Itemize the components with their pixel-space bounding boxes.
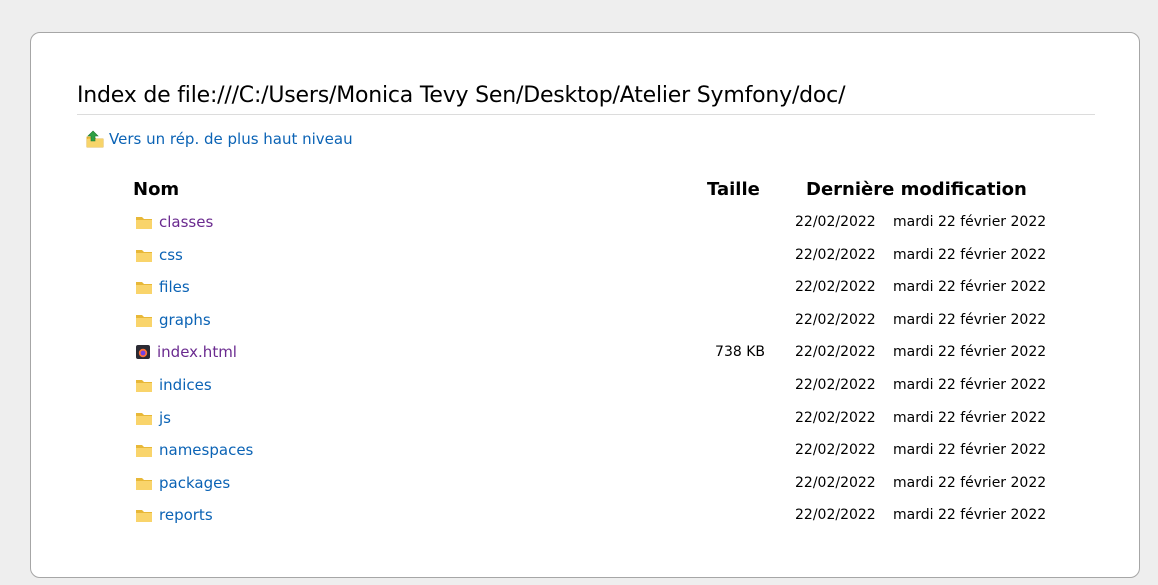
modified-time-cell: mardi 22 février 2022	[893, 279, 1047, 296]
folder-link[interactable]: classes	[159, 213, 213, 231]
folder-up-icon	[85, 130, 105, 148]
table-row: graphs 22/02/2022 mardi 22 février 2022	[31, 309, 1131, 335]
folder-icon	[135, 214, 153, 230]
modified-time-cell: mardi 22 février 2022	[893, 214, 1047, 230]
modified-time-cell: mardi 22 février 2022	[893, 311, 1047, 328]
file-name-cell[interactable]: namespaces	[135, 441, 253, 459]
modified-time-cell: mardi 22 février 2022	[893, 442, 1047, 459]
parent-directory-label: Vers un rép. de plus haut niveau	[109, 130, 353, 148]
modified-time-cell: mardi 22 février 2022	[893, 246, 1047, 263]
file-name-cell[interactable]: graphs	[135, 311, 211, 329]
html-file-icon	[135, 344, 151, 360]
page-title: Index de file:///C:/Users/Monica Tevy Se…	[77, 83, 846, 108]
modified-date-cell: 22/02/2022	[795, 409, 876, 426]
modified-time-cell: mardi 22 février 2022	[893, 474, 1047, 491]
folder-link[interactable]: css	[159, 246, 183, 264]
table-row: indices 22/02/2022 mardi 22 février 2022	[31, 374, 1131, 400]
table-row: css 22/02/2022 mardi 22 février 2022	[31, 244, 1131, 270]
folder-icon	[135, 247, 153, 263]
file-link[interactable]: index.html	[157, 343, 237, 361]
file-name-cell[interactable]: reports	[135, 506, 213, 524]
title-divider	[77, 114, 1095, 115]
file-name-cell[interactable]: packages	[135, 474, 230, 492]
folder-icon	[135, 475, 153, 491]
file-name-cell[interactable]: index.html	[135, 343, 237, 361]
file-size-cell: 738 KB	[715, 344, 765, 361]
parent-directory-link[interactable]: Vers un rép. de plus haut niveau	[85, 130, 353, 148]
table-row: index.html 738 KB 22/02/2022 mardi 22 févri…	[31, 341, 1131, 367]
table-row: namespaces 22/02/2022 mardi 22 février 202…	[31, 439, 1131, 465]
column-header-name[interactable]: Nom	[133, 179, 179, 200]
folder-icon	[135, 410, 153, 426]
column-header-size[interactable]: Taille	[707, 179, 760, 200]
column-header-modified[interactable]: Dernière modification	[806, 179, 1027, 200]
table-row: files 22/02/2022 mardi 22 février 2022	[31, 276, 1131, 302]
modified-date-cell: 22/02/2022	[795, 214, 876, 230]
folder-link[interactable]: packages	[159, 474, 230, 492]
table-row: js 22/02/2022 mardi 22 février 2022	[31, 407, 1131, 433]
modified-time-cell: mardi 22 février 2022	[893, 507, 1047, 524]
folder-link[interactable]: graphs	[159, 311, 211, 329]
folder-link[interactable]: namespaces	[159, 441, 253, 459]
directory-listing-panel: Index de file:///C:/Users/Monica Tevy Se…	[30, 32, 1140, 578]
file-name-cell[interactable]: classes	[135, 213, 213, 231]
modified-date-cell: 22/02/2022	[795, 507, 876, 524]
folder-icon	[135, 507, 153, 523]
folder-link[interactable]: js	[159, 409, 171, 427]
modified-date-cell: 22/02/2022	[795, 279, 876, 296]
table-row: reports 22/02/2022 mardi 22 février 2022	[31, 504, 1131, 530]
modified-date-cell: 22/02/2022	[795, 474, 876, 491]
modified-date-cell: 22/02/2022	[795, 377, 876, 393]
modified-time-cell: mardi 22 février 2022	[893, 377, 1047, 393]
modified-date-cell: 22/02/2022	[795, 442, 876, 459]
folder-icon	[135, 377, 153, 393]
folder-icon	[135, 279, 153, 295]
folder-link[interactable]: reports	[159, 506, 213, 524]
modified-date-cell: 22/02/2022	[795, 311, 876, 328]
modified-time-cell: mardi 22 février 2022	[893, 344, 1047, 361]
modified-date-cell: 22/02/2022	[795, 246, 876, 263]
modified-date-cell: 22/02/2022	[795, 344, 876, 361]
file-name-cell[interactable]: css	[135, 246, 183, 264]
file-name-cell[interactable]: js	[135, 409, 171, 427]
table-row: packages 22/02/2022 mardi 22 février 2022	[31, 472, 1131, 498]
folder-link[interactable]: indices	[159, 376, 212, 394]
folder-icon	[135, 442, 153, 458]
folder-icon	[135, 312, 153, 328]
file-name-cell[interactable]: files	[135, 278, 190, 296]
folder-link[interactable]: files	[159, 278, 190, 296]
table-row: classes 22/02/2022 mardi 22 février 2022	[31, 211, 1131, 237]
modified-time-cell: mardi 22 février 2022	[893, 409, 1047, 426]
file-name-cell[interactable]: indices	[135, 376, 212, 394]
